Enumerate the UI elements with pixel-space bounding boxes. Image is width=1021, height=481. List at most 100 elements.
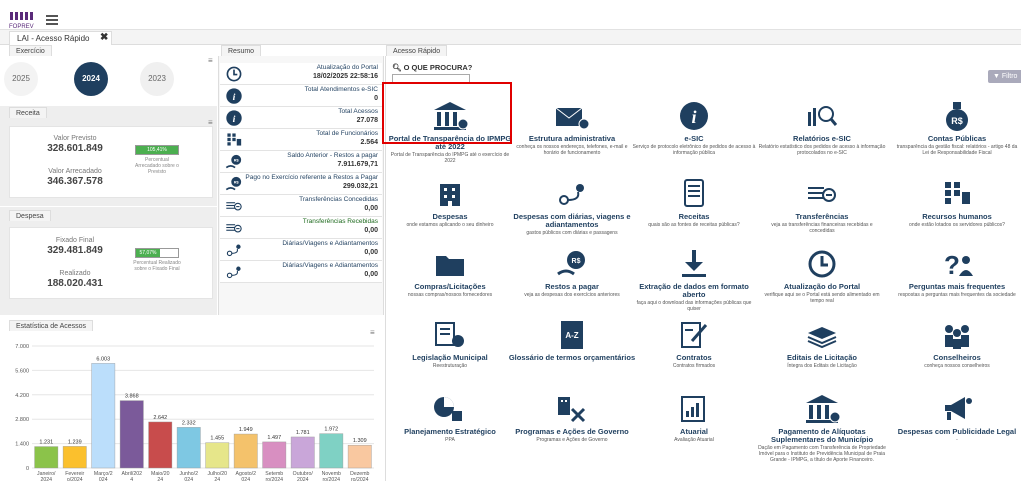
tools-icon xyxy=(558,397,586,423)
top-bar: FOPREV xyxy=(0,0,1021,30)
resumo-row[interactable]: i Total Atendimentos e-SIC 0 xyxy=(220,85,382,107)
resumo-row[interactable]: Total de Funcionários 2.564 xyxy=(220,129,382,151)
x-tick-label: 24 xyxy=(157,477,163,481)
despesa-progress-fill: 57,07% xyxy=(136,249,160,257)
resumo-row-value: 0,00 xyxy=(364,249,378,256)
resumo-row[interactable]: Transferências Concedidas 0,00 xyxy=(220,195,382,217)
tile-info[interactable]: i e-SIC Serviço de protocolo eletrônico de… xyxy=(630,98,758,168)
tile-receipt[interactable]: Receitas quais são as fontes de receitas … xyxy=(630,176,758,246)
tile-title: Compras/Licitações xyxy=(414,282,486,291)
tile-title: Editais de Licitação xyxy=(786,353,858,362)
year-2024[interactable]: 2024 xyxy=(74,62,108,96)
x-tick-label: 024 xyxy=(99,477,108,481)
tile-title: Conselheiros xyxy=(933,353,981,362)
tile-route[interactable]: Despesas com diárias, viagens e adiantam… xyxy=(508,176,636,246)
tile-docs[interactable]: Editais de Licitação Íntegra dos Editais … xyxy=(758,317,886,387)
tile-title: Perguntas mais frequentes xyxy=(908,282,1006,291)
resumo-row[interactable]: Diárias/Viagens e Adiantamentos 0,00 xyxy=(220,239,382,261)
tile-description: veja as transferências financeiras receb… xyxy=(771,222,873,234)
mail-icon xyxy=(555,107,590,130)
resumo-row-value: 27.078 xyxy=(356,117,378,124)
tile-title: Contratos xyxy=(676,353,712,362)
clock-icon xyxy=(226,66,242,82)
x-tick-label: ro/2024 xyxy=(351,477,369,481)
clock-icon xyxy=(808,250,836,278)
tile-description: Programas e Ações de Governo xyxy=(536,437,608,443)
tile-title: Extração de dados em formato aberto xyxy=(639,282,749,299)
bar xyxy=(91,363,116,469)
bar-value-label: 1.949 xyxy=(239,427,253,433)
tile-description: - xyxy=(956,437,958,443)
resumo-row[interactable]: i Total Acessos 27.078 xyxy=(220,107,382,129)
bar-value-label: 3.868 xyxy=(125,394,139,400)
route-icon xyxy=(559,184,584,205)
year-2023[interactable]: 2023 xyxy=(140,62,174,96)
tile-title: Receitas xyxy=(678,212,710,221)
resumo-row[interactable]: R$ Saldo Anterior - Restos a pagar 7.911.6… xyxy=(220,151,382,173)
tile-title: Contas Públicas xyxy=(927,134,987,143)
bar-value-label: 1.455 xyxy=(210,436,224,442)
tab-lai-acesso-rapido[interactable]: LAI - Acesso Rápido xyxy=(9,31,113,45)
resumo-row[interactable]: Diárias/Viagens e Adiantamentos 0,00 xyxy=(220,261,382,283)
resumo-row[interactable]: Atualização do Portal 18/02/2025 22:58:16 xyxy=(220,63,382,85)
receita-progress-fill: 105,41% xyxy=(136,146,178,154)
bar xyxy=(262,441,287,469)
year-2025[interactable]: 2025 xyxy=(4,62,38,96)
tile-title: Despesas com diárias, viagens e adiantam… xyxy=(513,212,631,229)
tile-question[interactable]: ? Perguntas mais frequentes respostas a pe… xyxy=(893,246,1021,316)
tile-description: Contratos firmados xyxy=(672,363,716,369)
tile-folder[interactable]: Compras/Licitações nossas compras/nossos … xyxy=(386,246,514,316)
bar-value-label: 1.239 xyxy=(68,439,82,445)
x-tick-label: o/2024 xyxy=(67,477,83,481)
tile-description: Íntegra dos Editais de Licitação xyxy=(787,363,857,369)
tile-glossary[interactable]: A-Z Glossário de termos orçamentários xyxy=(508,317,636,387)
bar-value-label: 1.497 xyxy=(267,435,281,441)
tile-mail[interactable]: Estrutura administrativa conheça os nosso… xyxy=(508,98,636,168)
tile-tools[interactable]: Programas e Ações de Governo Programas e … xyxy=(508,391,636,461)
coins-icon: R$ xyxy=(557,251,585,276)
tile-download[interactable]: Extração de dados em formato aberto faça … xyxy=(630,246,758,316)
tab-close-icon[interactable]: ✖ xyxy=(100,31,108,45)
tile-bank[interactable]: Pagamento de Alíquotas Suplementares do … xyxy=(758,391,886,463)
resumo-row[interactable]: R$ Pago no Exercício referente a Restos a… xyxy=(220,173,382,195)
tile-megaphone[interactable]: Despesas com Publicidade Legal - xyxy=(893,391,1021,461)
panel-title-estatistica: Estatística de Acessos xyxy=(9,320,94,331)
tile-description: conheça os nossos endereços, telefones, … xyxy=(516,144,628,156)
hamburger-icon[interactable] xyxy=(46,15,58,25)
tile-title: Despesas xyxy=(432,212,468,221)
receita-previsto-label: Valor Previsto xyxy=(53,135,97,142)
tile-money-bag[interactable]: R$ Contas Públicas transparência da gestão… xyxy=(893,98,1021,168)
bar-value-label: 1.781 xyxy=(296,430,310,436)
tile-description: transparência da gestão fiscal: relatóri… xyxy=(896,144,1018,156)
bar xyxy=(34,446,59,469)
tile-report[interactable]: Relatórios e-SIC Relatório estatístico do… xyxy=(758,98,886,168)
tile-clock[interactable]: Atualização do Portal verifique aqui se o… xyxy=(758,246,886,316)
foprev-logo-icon[interactable]: FOPREV xyxy=(9,11,39,30)
filter-button[interactable]: ▼ Filtro xyxy=(988,70,1021,83)
panel-title-despesa: Despesa xyxy=(9,210,51,221)
tile-law[interactable]: Legislação Municipal Reestruturação xyxy=(386,317,514,387)
chart-doc-icon xyxy=(681,396,705,422)
resumo-row-value: 0 xyxy=(374,95,378,102)
tile-coins[interactable]: R$ Restos a pagar veja as despesas dos exe… xyxy=(508,246,636,316)
despesa-progress-desc: Percentual Realizado sobre o Fixado Fina… xyxy=(133,260,181,272)
bar xyxy=(205,442,230,469)
tile-chart-doc[interactable]: Atuarial Avaliação Atuarial xyxy=(630,391,758,461)
tile-contract[interactable]: Contratos Contratos firmados xyxy=(630,317,758,387)
tile-transfer[interactable]: Transferências veja as transferências fin… xyxy=(758,176,886,246)
info-icon: i xyxy=(226,88,242,104)
tile-title: Planejamento Estratégico xyxy=(404,427,496,436)
tile-description: gastos públicos com diárias e passagens xyxy=(526,230,618,236)
tab-bar xyxy=(0,30,1021,45)
resumo-row[interactable]: Transferências Recebidas 0,00 xyxy=(220,217,382,239)
tile-org[interactable]: Recursos humanos onde estão lotados os se… xyxy=(893,176,1021,246)
svg-text:i: i xyxy=(233,114,236,125)
tile-building[interactable]: Despesas onde estamos aplicando o seu din… xyxy=(386,176,514,246)
tile-description: verifique aqui se o Portal está sendo al… xyxy=(764,292,880,304)
despesa-progress-bar: 57,07% xyxy=(135,248,179,258)
receita-arrecadado-value: 346.367.578 xyxy=(47,176,103,187)
bar xyxy=(119,400,144,469)
tile-people[interactable]: Conselheiros conheça nossos conselheiros xyxy=(893,317,1021,387)
tile-planning[interactable]: Planejamento Estratégico PPA xyxy=(386,391,514,461)
resumo-menu-icon[interactable]: ≡ xyxy=(208,56,213,65)
